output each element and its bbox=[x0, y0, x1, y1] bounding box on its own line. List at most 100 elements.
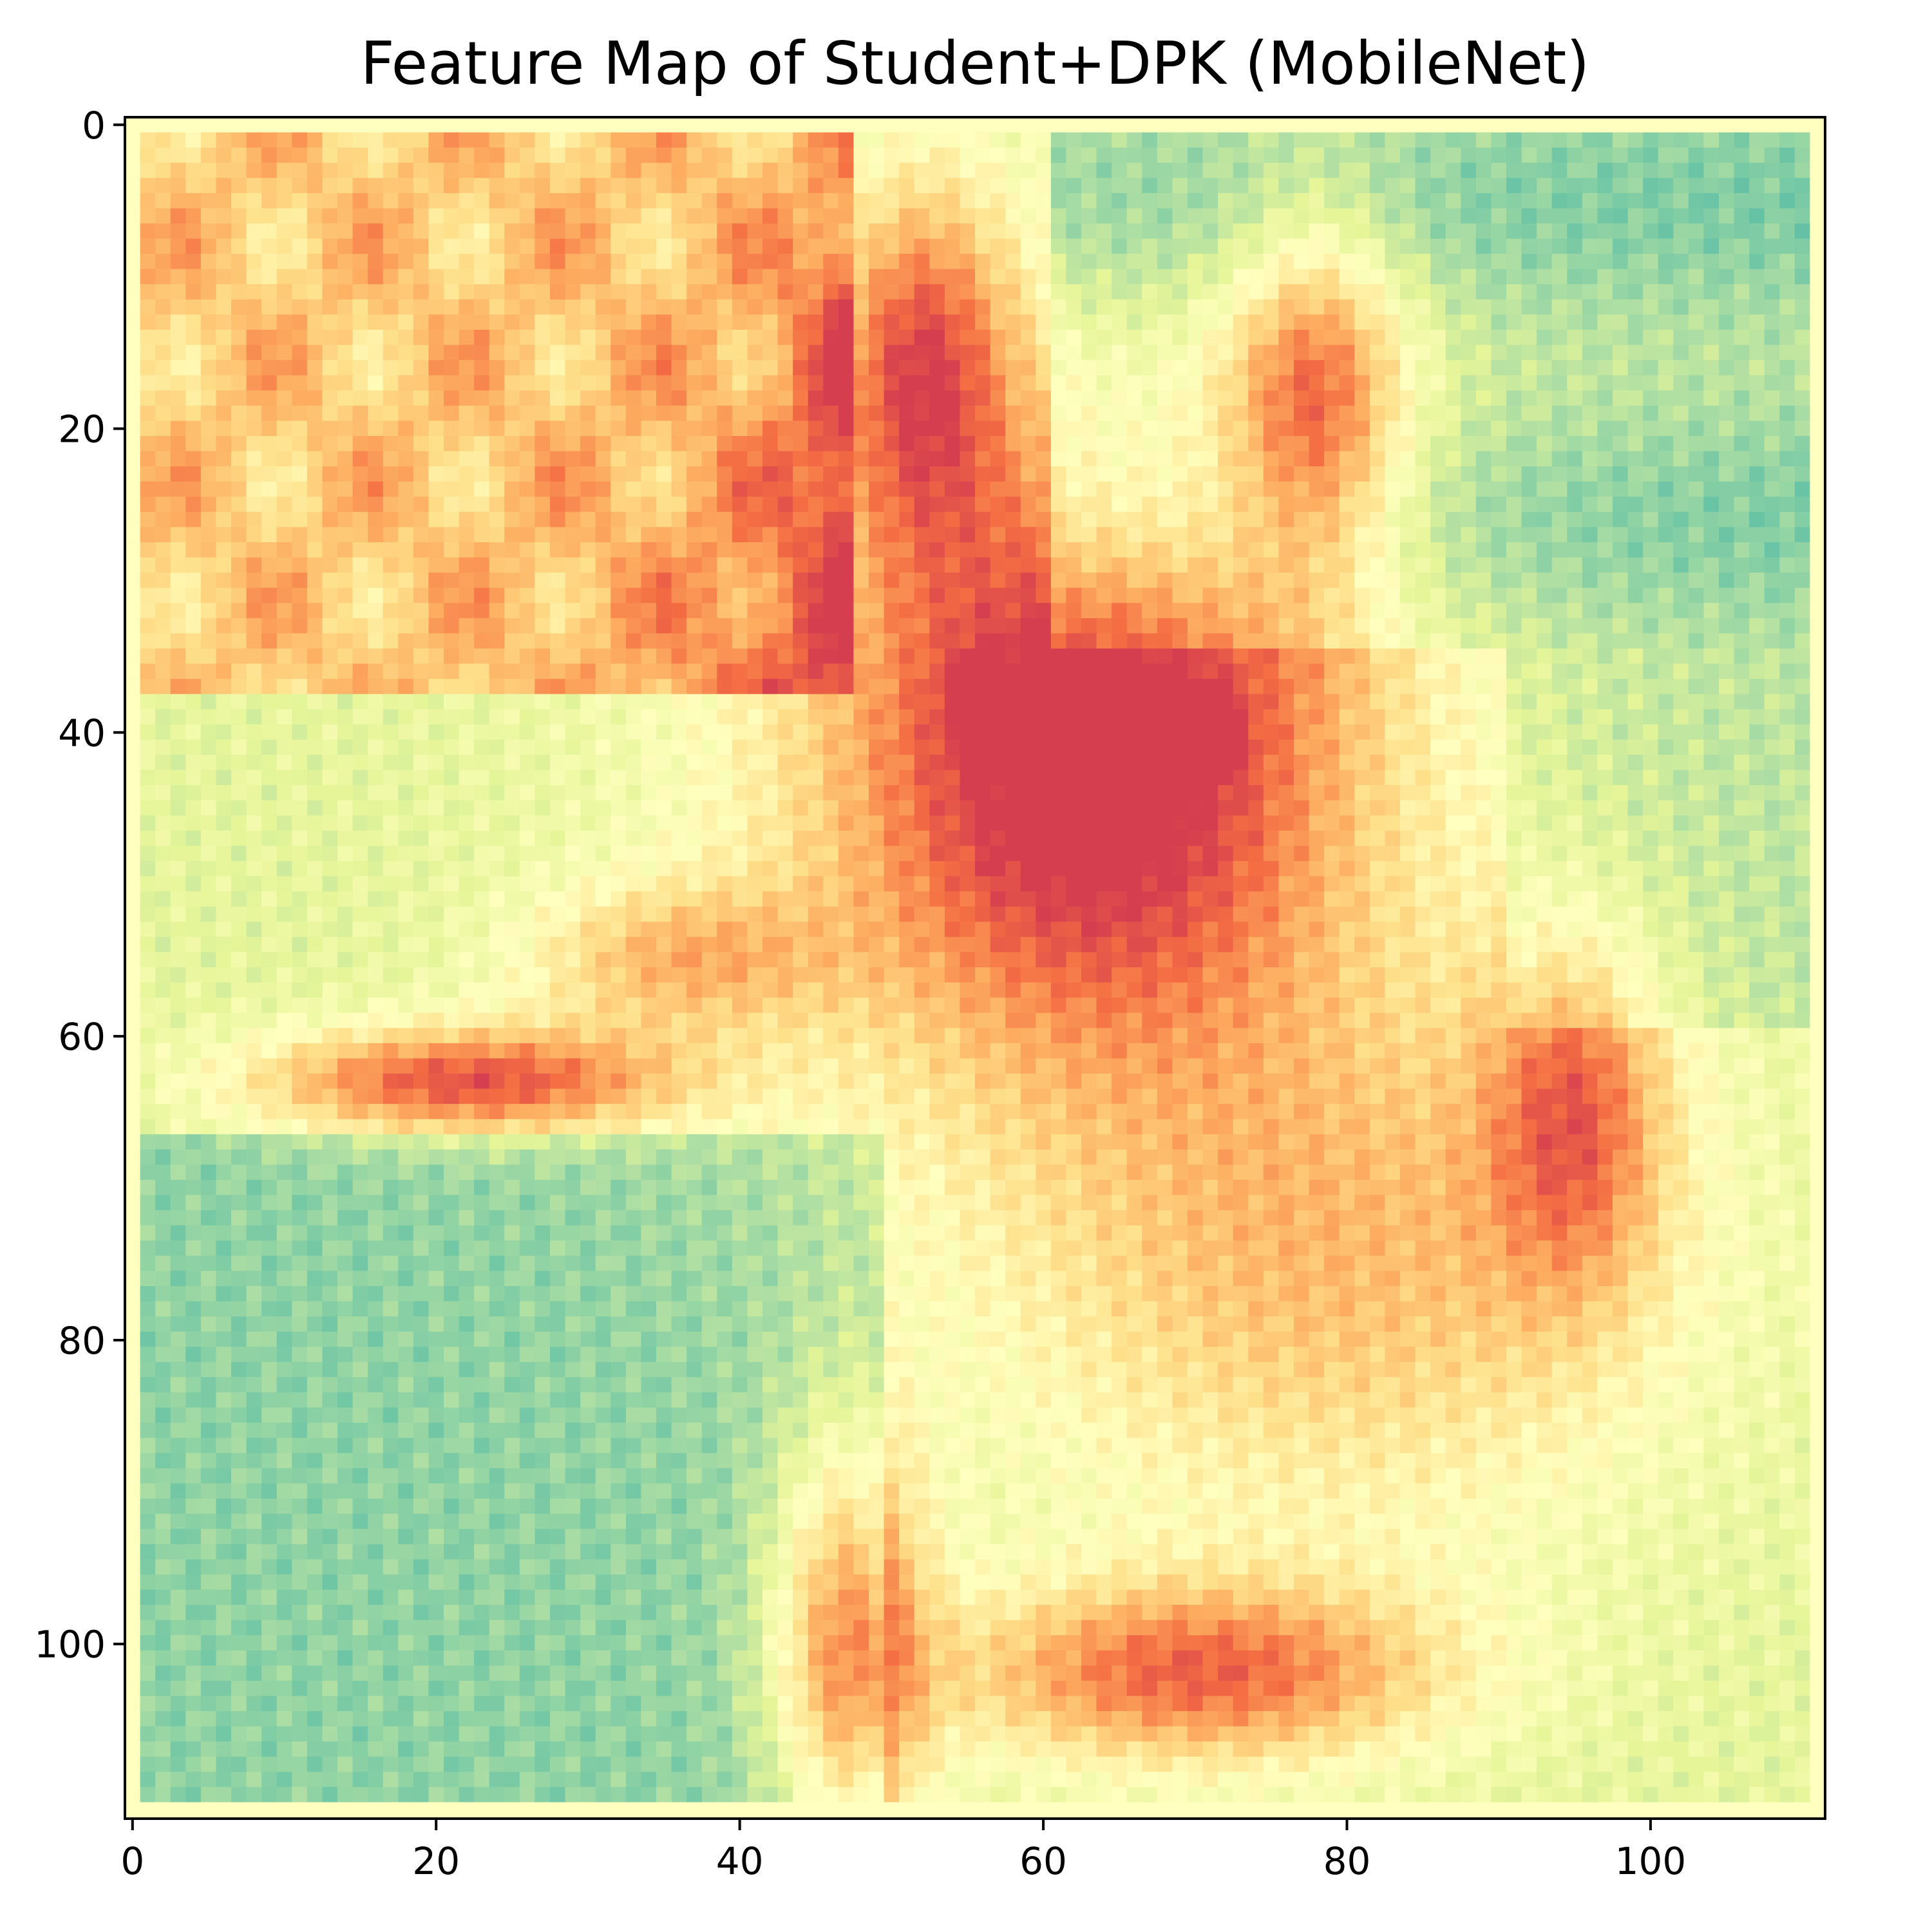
heatmap-cell bbox=[1688, 618, 1705, 634]
heatmap-cell bbox=[1703, 269, 1719, 285]
heatmap-cell bbox=[1688, 193, 1705, 209]
heatmap-cell bbox=[1749, 587, 1765, 603]
heatmap-cell bbox=[823, 451, 839, 467]
heatmap-cell bbox=[687, 466, 703, 482]
heatmap-cell bbox=[140, 649, 156, 665]
heatmap-cell bbox=[1703, 254, 1719, 270]
heatmap-cell bbox=[929, 618, 945, 634]
heatmap-cell bbox=[1050, 709, 1067, 725]
heatmap-cell bbox=[1278, 421, 1294, 437]
heatmap-cell bbox=[1309, 178, 1325, 194]
heatmap-cell bbox=[595, 284, 611, 300]
heatmap-cell bbox=[793, 345, 809, 361]
heatmap-cell bbox=[1810, 238, 1826, 254]
heatmap-cell bbox=[1096, 223, 1112, 240]
heatmap-cell bbox=[1582, 739, 1598, 755]
heatmap-cell bbox=[1491, 724, 1507, 741]
heatmap-cell bbox=[1081, 724, 1097, 741]
heatmap-cell bbox=[929, 511, 945, 528]
heatmap-cell bbox=[246, 254, 262, 270]
heatmap-cell bbox=[444, 360, 460, 376]
heatmap-cell bbox=[1354, 238, 1370, 254]
heatmap-cell bbox=[701, 770, 717, 786]
heatmap-cell bbox=[914, 269, 930, 285]
heatmap-cell bbox=[140, 405, 156, 422]
heatmap-cell bbox=[1036, 223, 1052, 240]
heatmap-cell bbox=[428, 497, 444, 513]
heatmap-cell bbox=[1537, 527, 1553, 543]
heatmap-cell bbox=[1202, 147, 1218, 164]
heatmap-cell bbox=[307, 178, 323, 194]
heatmap-cell bbox=[1248, 466, 1264, 482]
heatmap-cell bbox=[960, 633, 976, 649]
heatmap-cell bbox=[1794, 587, 1811, 603]
heatmap-cell bbox=[1294, 162, 1310, 178]
heatmap-cell bbox=[444, 755, 460, 771]
heatmap-cell bbox=[292, 269, 308, 285]
heatmap-cell bbox=[1461, 573, 1477, 589]
heatmap-cell bbox=[808, 390, 824, 406]
heatmap-cell bbox=[1036, 284, 1052, 300]
heatmap-cell bbox=[823, 694, 839, 710]
heatmap-cell bbox=[1400, 345, 1416, 361]
heatmap-cell bbox=[975, 724, 991, 741]
heatmap-cell bbox=[459, 694, 475, 710]
heatmap-cell bbox=[292, 162, 308, 178]
heatmap-cell bbox=[1703, 132, 1719, 148]
heatmap-cell bbox=[1188, 557, 1204, 573]
heatmap-cell bbox=[170, 330, 186, 346]
heatmap-cell bbox=[200, 147, 217, 164]
heatmap-cell bbox=[550, 542, 566, 558]
heatmap-cell bbox=[1521, 755, 1537, 771]
heatmap-cell bbox=[398, 117, 414, 133]
heatmap bbox=[125, 117, 1826, 1818]
heatmap-cell bbox=[200, 193, 217, 209]
heatmap-cell bbox=[793, 557, 809, 573]
heatmap-cell bbox=[914, 284, 930, 300]
heatmap-cell bbox=[762, 663, 779, 679]
heatmap-cell bbox=[1779, 314, 1795, 330]
heatmap-cell bbox=[1324, 254, 1340, 270]
heatmap-cell bbox=[337, 330, 354, 346]
heatmap-cell bbox=[625, 739, 642, 755]
heatmap-cell bbox=[960, 542, 976, 558]
heatmap-cell bbox=[625, 223, 642, 240]
heatmap-cell bbox=[231, 162, 247, 178]
heatmap-cell bbox=[1810, 162, 1826, 178]
heatmap-cell bbox=[1309, 314, 1325, 330]
heatmap-cell bbox=[1475, 739, 1492, 755]
heatmap-cell bbox=[550, 132, 566, 148]
heatmap-cell bbox=[216, 724, 232, 741]
heatmap-cell bbox=[474, 390, 490, 406]
heatmap-cell bbox=[504, 497, 520, 513]
heatmap-cell bbox=[550, 223, 566, 240]
heatmap-cell bbox=[398, 649, 414, 665]
heatmap-cell bbox=[1112, 663, 1128, 679]
heatmap-cell bbox=[1369, 421, 1386, 437]
heatmap-cell bbox=[793, 451, 809, 467]
heatmap-cell bbox=[777, 663, 793, 679]
heatmap-cell bbox=[808, 755, 824, 771]
heatmap-cell bbox=[1445, 436, 1461, 452]
heatmap-cell bbox=[808, 511, 824, 528]
heatmap-cell bbox=[519, 481, 536, 497]
heatmap-cell bbox=[1673, 497, 1689, 513]
heatmap-cell bbox=[611, 603, 627, 619]
heatmap-cell bbox=[929, 284, 945, 300]
heatmap-cell bbox=[1081, 466, 1097, 482]
heatmap-cell bbox=[200, 436, 217, 452]
heatmap-cell bbox=[307, 238, 323, 254]
heatmap-cell bbox=[884, 633, 900, 649]
chart: Feature Map of Student+DPK (MobileNet) 0… bbox=[34, 29, 1826, 1883]
heatmap-cell bbox=[1445, 511, 1461, 528]
heatmap-cell bbox=[155, 785, 171, 801]
heatmap-cell bbox=[1354, 269, 1370, 285]
heatmap-cell bbox=[1309, 739, 1325, 755]
heatmap-cell bbox=[1688, 147, 1705, 164]
heatmap-cell bbox=[1430, 269, 1446, 285]
heatmap-cell bbox=[216, 557, 232, 573]
heatmap-cell bbox=[185, 511, 202, 528]
heatmap-cell bbox=[777, 724, 793, 741]
heatmap-cell bbox=[975, 573, 991, 589]
heatmap-cell bbox=[701, 633, 717, 649]
